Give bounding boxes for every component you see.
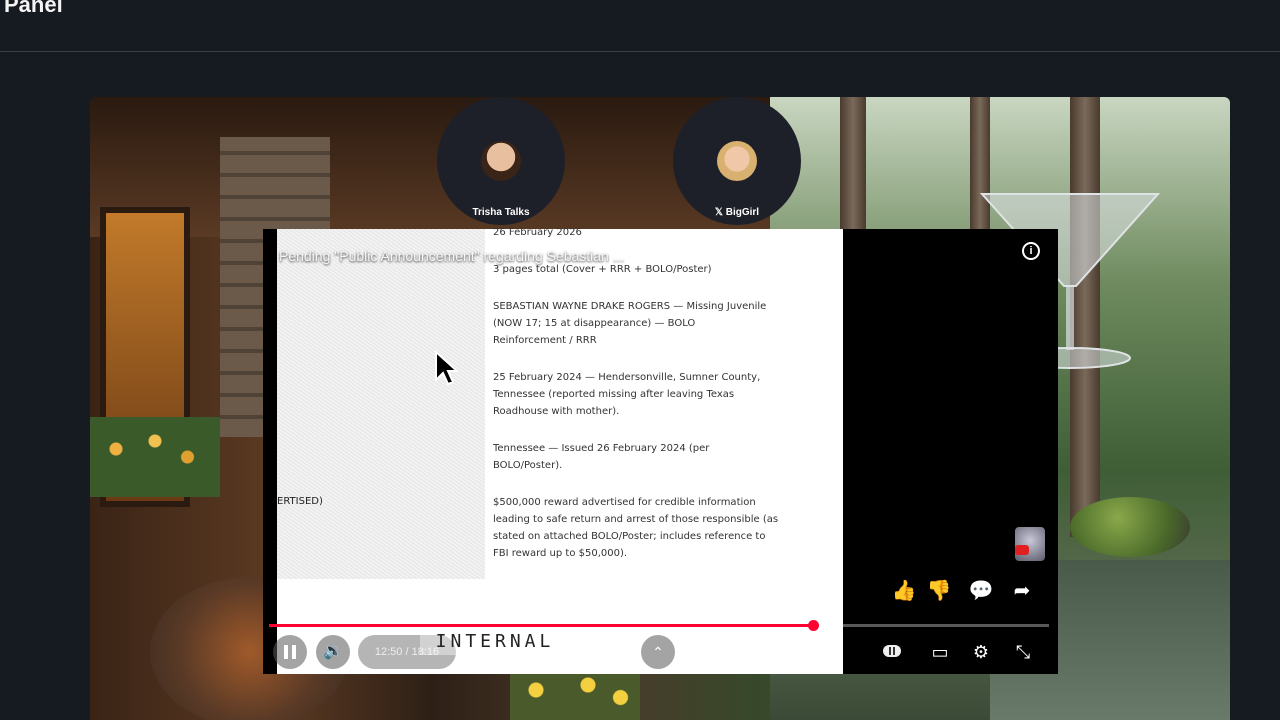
paper-texture — [277, 229, 485, 579]
thumbs-up-icon[interactable]: 👍 — [890, 577, 918, 605]
panel-title: Panel — [4, 0, 63, 17]
document-line: 25 February 2024 — Hendersonville, Sumne… — [493, 372, 761, 383]
document-line: Roadhouse with mother). — [493, 406, 620, 417]
document-line: Reinforcement / RRR — [493, 335, 597, 346]
participant-name-text: BigGirl — [725, 207, 760, 218]
exit-fullscreen-icon[interactable]: ⤡ — [1010, 639, 1036, 665]
participant-name: 𝕏 BigGirl — [673, 207, 801, 218]
document-line: $500,000 reward advertised for credible … — [493, 497, 756, 508]
share-icon[interactable]: ➦ — [1008, 577, 1036, 605]
video-title[interactable]: Pending "Public Announcement" regarding … — [279, 248, 624, 264]
progress-bar[interactable] — [269, 620, 1049, 631]
gear-icon[interactable]: ⚙ — [968, 639, 994, 665]
top-bar: Panel — [0, 0, 1280, 52]
youtube-icon — [1015, 545, 1029, 555]
x-logo-icon: 𝕏 — [714, 207, 723, 218]
progress-played — [269, 624, 814, 627]
document-line: leading to safe return and arrest of tho… — [493, 514, 779, 525]
background-mossy-rock — [1070, 497, 1190, 557]
autoplay-toggle[interactable] — [883, 645, 901, 657]
document-edge-text: ERTISED) — [277, 496, 323, 507]
video-player[interactable]: ERTISED) 26 February 2026 3 pages total … — [263, 227, 1058, 674]
document-line: Tennessee — Issued 26 February 2024 (per — [493, 443, 710, 454]
internal-watermark: INTERNAL — [420, 629, 570, 655]
participant-name: Trisha Talks — [472, 207, 530, 218]
document-line: BOLO/Poster). — [493, 460, 563, 471]
mouse-cursor — [435, 350, 458, 386]
participant-tile[interactable]: 𝕏 BigGirl — [673, 97, 801, 225]
volume-icon[interactable]: 🔉 — [316, 635, 350, 669]
document-line: Tennessee (reported missing after leavin… — [493, 389, 735, 400]
chevron-up-icon[interactable]: ⌃ — [641, 635, 675, 669]
background-flowers — [90, 417, 220, 497]
pause-button[interactable] — [273, 635, 307, 669]
avatar — [481, 141, 521, 181]
info-icon[interactable]: i — [1022, 242, 1040, 260]
document-line: 26 February 2026 — [493, 227, 582, 238]
document-frame: ERTISED) 26 February 2026 3 pages total … — [277, 227, 843, 674]
channel-avatar[interactable] — [1015, 527, 1045, 561]
document-line: FBI reward up to $50,000). — [493, 548, 628, 559]
avatar — [717, 141, 757, 181]
background-daffodils — [510, 670, 640, 720]
subtitles-icon[interactable]: ▭ — [927, 639, 953, 665]
participant-tile[interactable]: Trisha Talks — [437, 97, 565, 225]
document-line: (NOW 17; 15 at disappearance) — BOLO — [493, 318, 696, 329]
document-line: stated on attached BOLO/Poster; includes… — [493, 531, 766, 542]
thumbs-down-icon[interactable]: 👎 — [925, 577, 953, 605]
comment-icon[interactable]: 💬 — [967, 577, 995, 605]
document-line: SEBASTIAN WAYNE DRAKE ROGERS — Missing J… — [493, 301, 767, 312]
